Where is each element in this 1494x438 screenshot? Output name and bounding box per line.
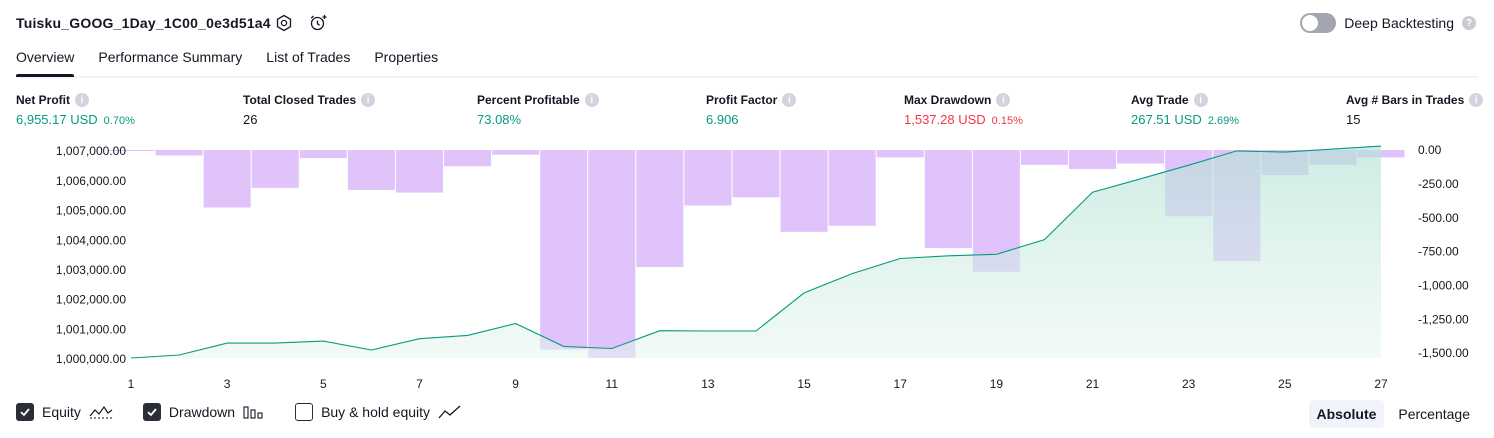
check-icon	[142, 403, 161, 421]
drawdown-bars-icon	[243, 406, 263, 419]
right-axis-tick-label: -1,500.00	[1418, 346, 1469, 360]
x-axis-tick-label: 21	[1086, 377, 1100, 391]
chart-legend: Equity Drawdown Buy & hold equity	[16, 403, 492, 421]
x-axis-tick-label: 15	[797, 377, 811, 391]
x-axis-tick-label: 3	[224, 377, 231, 391]
x-axis-tick-label: 19	[990, 377, 1004, 391]
x-axis-tick-label: 27	[1374, 377, 1388, 391]
drawdown-bar	[1069, 150, 1117, 169]
x-axis-tick-label: 7	[416, 377, 423, 391]
checkbox-empty	[295, 403, 314, 421]
drawdown-bar	[636, 150, 684, 268]
equity-line-icon	[89, 405, 113, 419]
drawdown-bar	[444, 150, 492, 167]
drawdown-checkbox[interactable]: Drawdown	[142, 403, 265, 421]
bh-line-icon	[438, 405, 461, 419]
absolute-button[interactable]: Absolute	[1308, 400, 1385, 428]
x-axis-tick-label: 11	[606, 377, 619, 391]
equity-label: Equity	[42, 404, 81, 420]
right-axis-tick-label: -250.00	[1418, 177, 1459, 191]
drawdown-bar	[1117, 150, 1165, 164]
right-axis-tick-label: -500.00	[1418, 211, 1459, 225]
drawdown-bar	[299, 150, 347, 159]
buy-hold-label: Buy & hold equity	[321, 404, 431, 420]
left-axis-tick-label: 1,006,000.00	[56, 174, 126, 188]
drawdown-bar	[492, 150, 540, 155]
drawdown-bar	[924, 150, 972, 249]
x-axis-tick-label: 1	[128, 377, 135, 391]
right-axis-tick-label: -1,000.00	[1418, 278, 1469, 292]
left-axis-tick-label: 1,005,000.00	[56, 204, 126, 218]
drawdown-bar	[780, 150, 828, 232]
drawdown-bar	[588, 150, 636, 358]
x-axis-tick-label: 25	[1278, 377, 1292, 391]
x-axis-tick-label: 17	[894, 377, 908, 391]
drawdown-bar	[155, 150, 203, 156]
drawdown-bar	[203, 150, 251, 208]
x-axis-tick-label: 5	[320, 377, 327, 391]
left-axis-tick-label: 1,003,000.00	[56, 263, 126, 277]
drawdown-bar	[540, 150, 588, 350]
drawdown-bar	[876, 150, 924, 158]
drawdown-bar	[732, 150, 780, 198]
left-axis-tick-label: 1,002,000.00	[56, 293, 126, 307]
x-axis-tick-label: 13	[701, 377, 715, 391]
buy-hold-checkbox[interactable]: Buy & hold equity	[295, 403, 462, 421]
equity-drawdown-chart: 1,007,000.00 1,006,000.00 1,005,000.00 1,00…	[56, 143, 1469, 391]
equity-checkbox[interactable]: Equity	[16, 403, 113, 421]
drawdown-bar	[1020, 150, 1068, 165]
right-axis-tick-label: 0.00	[1418, 143, 1442, 157]
x-axis-tick-label: 23	[1182, 377, 1196, 391]
check-icon	[16, 403, 34, 421]
drawdown-bar	[347, 150, 395, 190]
drawdown-label: Drawdown	[168, 404, 236, 420]
drawdown-bar	[828, 150, 876, 226]
x-axis-tick-label: 9	[512, 377, 519, 391]
value-mode-toggle: Absolute Percentage	[1308, 400, 1479, 428]
left-axis-tick-label: 1,000,000.00	[56, 352, 126, 366]
right-axis-tick-label: -750.00	[1418, 245, 1459, 259]
drawdown-bar	[251, 150, 299, 188]
drawdown-bar	[684, 150, 732, 206]
left-axis-tick-label: 1,004,000.00	[56, 233, 126, 247]
left-axis-tick-label: 1,001,000.00	[56, 322, 126, 336]
percentage-button[interactable]: Percentage	[1390, 400, 1478, 428]
drawdown-bar	[395, 150, 443, 193]
left-axis-tick-label: 1,007,000.00	[56, 144, 126, 158]
right-axis-tick-label: -1,250.00	[1418, 312, 1469, 326]
